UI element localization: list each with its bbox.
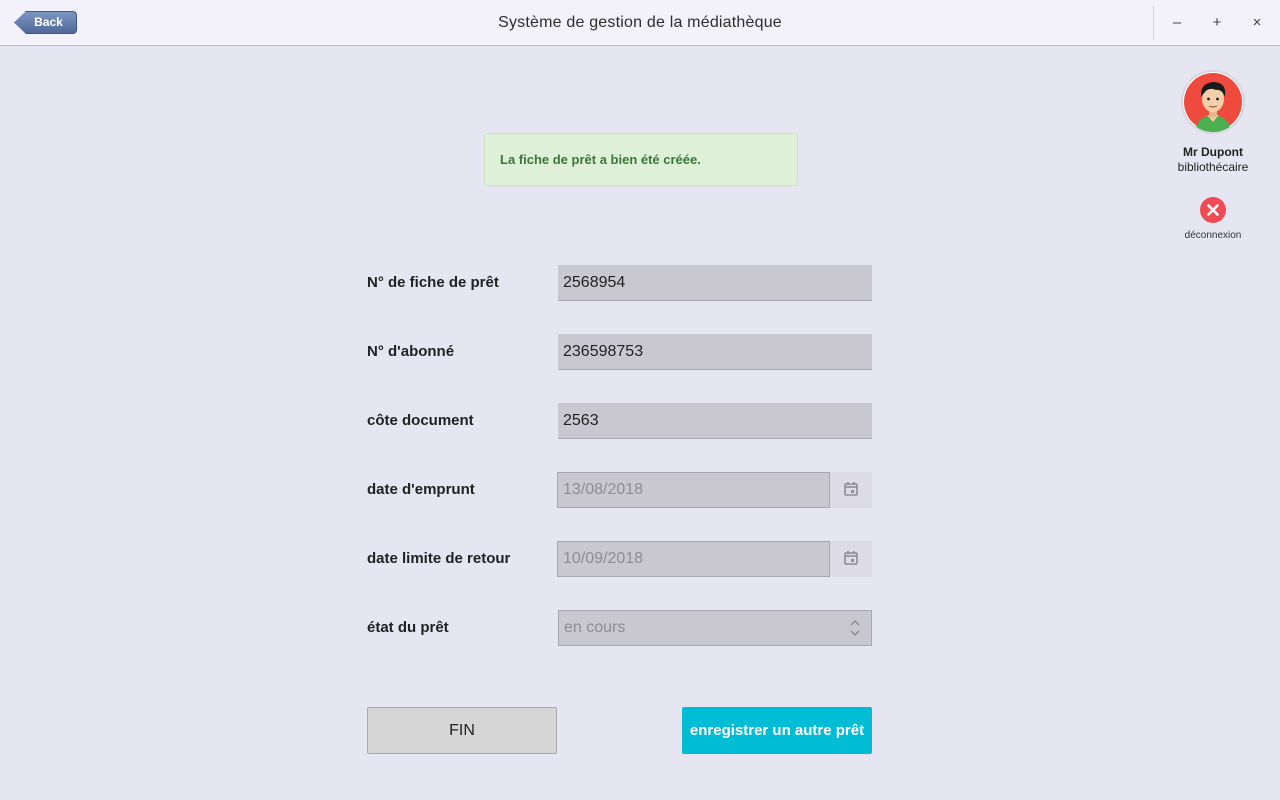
user-name: Mr Dupont — [1183, 145, 1243, 159]
document-code-field[interactable] — [558, 403, 872, 439]
success-alert: La fiche de prêt a bien été créée. — [484, 133, 798, 186]
finish-button[interactable]: FIN — [367, 707, 557, 754]
calendar-icon — [844, 551, 858, 565]
return-date-field[interactable]: 10/09/2018 — [557, 541, 830, 577]
minimize-button[interactable]: – — [1166, 12, 1188, 34]
window-title: Système de gestion de la médiathèque — [498, 14, 782, 31]
loan-date-field[interactable]: 13/08/2018 — [557, 472, 830, 508]
logout-link[interactable]: déconnexion — [1160, 230, 1266, 241]
document-code-label: côte document — [367, 412, 474, 429]
logout-icon[interactable] — [1200, 197, 1226, 223]
save-another-loan-button[interactable]: enregistrer un autre prêt — [682, 707, 872, 754]
loan-status-value: en cours — [564, 619, 626, 636]
loan-status-label: état du prêt — [367, 619, 449, 636]
maximize-button[interactable]: + — [1206, 12, 1228, 34]
loan-number-label: N° de fiche de prêt — [367, 274, 499, 291]
user-avatar-icon — [1184, 73, 1242, 132]
title-bar: Back Système de gestion de la médiathèqu… — [0, 0, 1280, 46]
close-window-button[interactable]: × — [1246, 12, 1268, 34]
loan-status-select[interactable]: en cours — [558, 610, 872, 646]
subscriber-number-field[interactable] — [558, 334, 872, 370]
loan-number-field[interactable] — [558, 265, 872, 301]
return-date-calendar-button[interactable] — [830, 541, 872, 577]
return-date-label: date limite de retour — [367, 550, 511, 567]
loan-date-label: date d'emprunt — [367, 481, 475, 498]
select-arrows-icon — [850, 619, 860, 637]
title-bar-divider — [1153, 6, 1154, 40]
user-role: bibliothécaire — [1177, 160, 1249, 174]
calendar-icon — [844, 482, 858, 496]
subscriber-number-label: N° d'abonné — [367, 343, 455, 360]
avatar — [1181, 70, 1245, 134]
loan-date-calendar-button[interactable] — [830, 472, 872, 508]
